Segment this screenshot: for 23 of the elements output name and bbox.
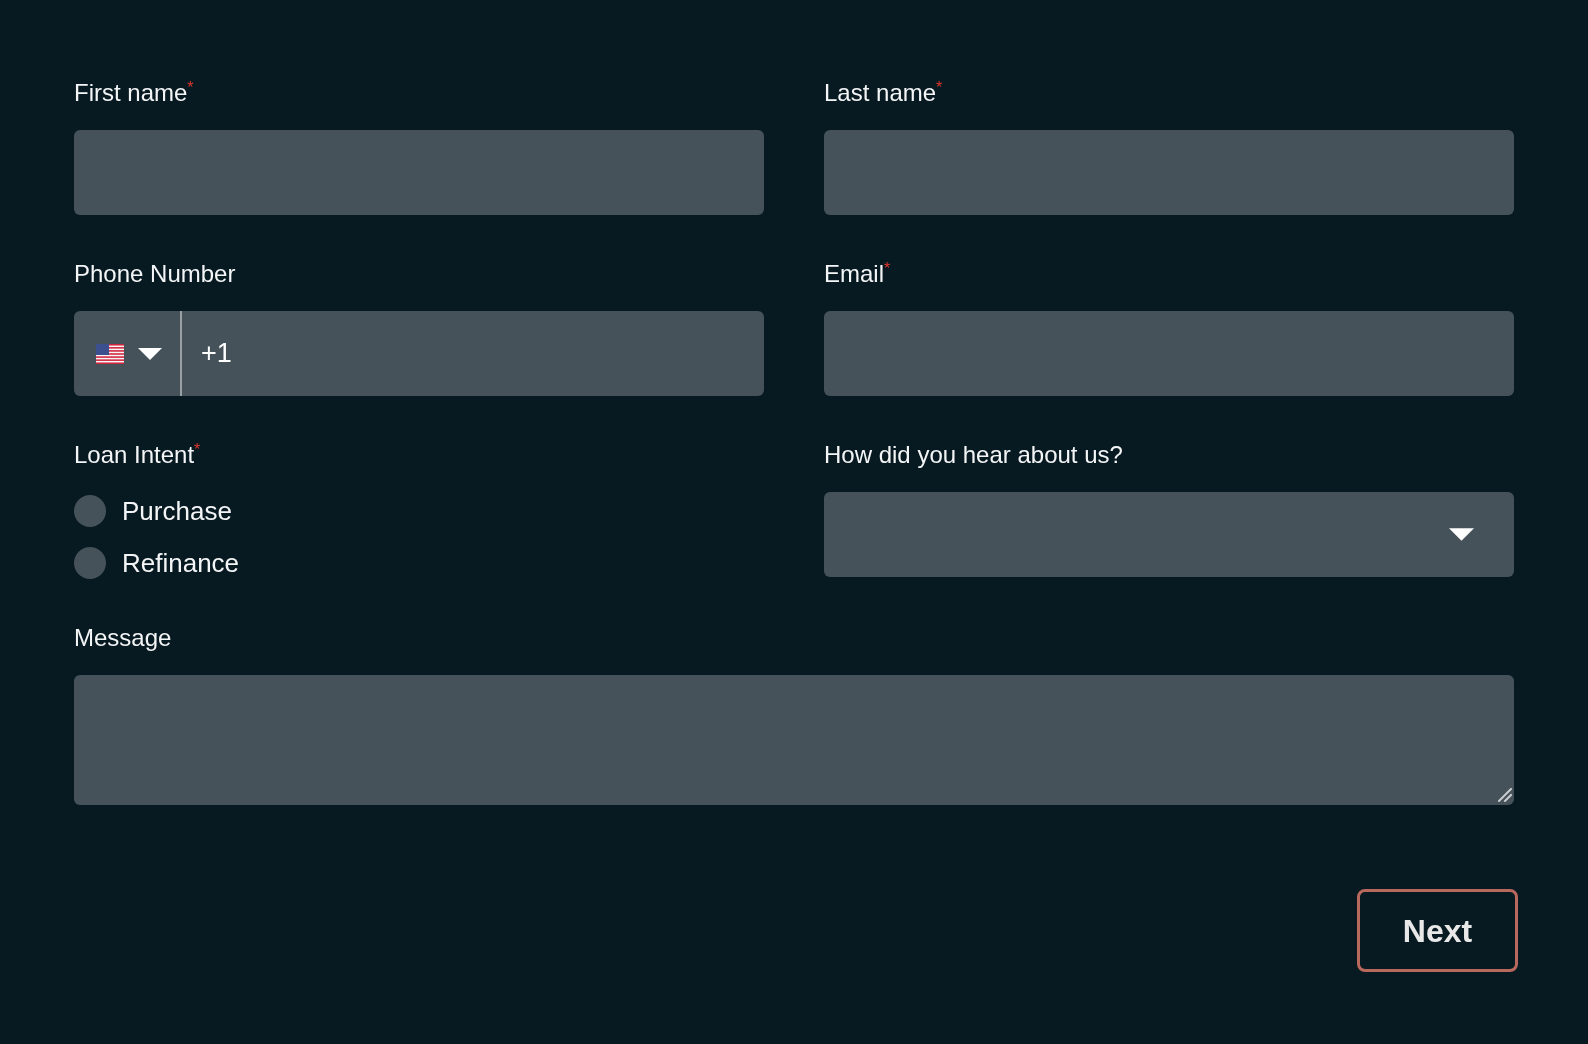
text-input[interactable] (824, 130, 1514, 215)
text-input[interactable] (824, 311, 1514, 396)
radio-button[interactable] (74, 547, 106, 579)
dropdown[interactable] (824, 492, 1514, 577)
next-button[interactable]: Next (1357, 889, 1518, 972)
field-label: Loan Intent$^{*}$ (74, 440, 201, 470)
field-label: Phone Number (74, 259, 236, 289)
field-label: How did you hear about us? (824, 440, 1123, 470)
field-label: Message (74, 623, 172, 653)
field-label: Email$^{*}$ (824, 259, 891, 289)
caret-icon (138, 347, 162, 360)
caret-icon (1449, 528, 1474, 541)
phone-input[interactable]: +1 (180, 311, 764, 396)
message-input[interactable] (74, 675, 1514, 805)
field-label: First name$^{*}$ (74, 78, 194, 108)
resize-grip-icon[interactable] (1498, 788, 1512, 802)
radio-label: Purchase (122, 495, 232, 527)
radio-button[interactable] (74, 495, 106, 527)
field-label: Last name$^{*}$ (824, 78, 943, 108)
flag-icon (96, 343, 124, 364)
country-code-dropdown[interactable] (74, 311, 180, 396)
radio-label: Refinance (122, 547, 240, 579)
text-input[interactable] (74, 130, 764, 215)
